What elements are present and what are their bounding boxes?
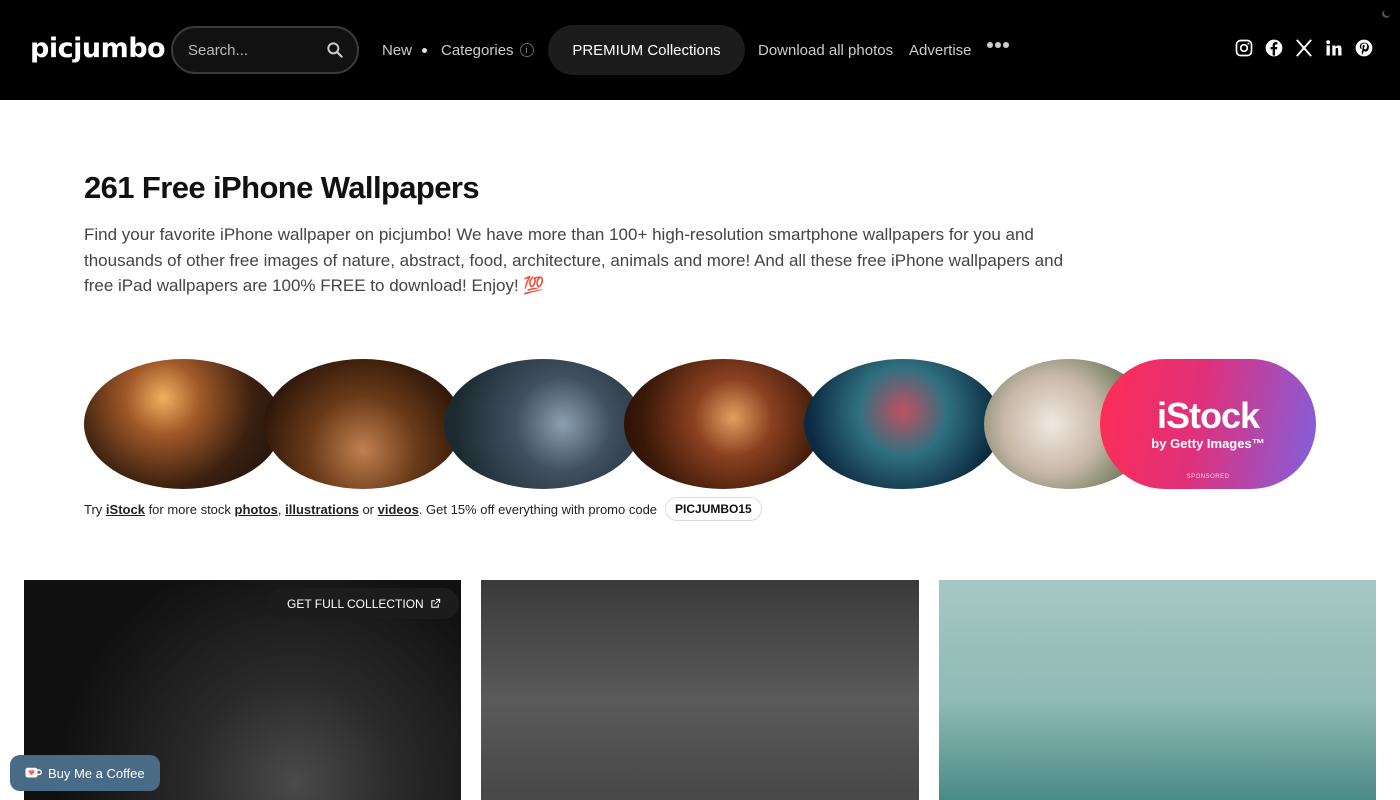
search-input[interactable]: [188, 41, 318, 59]
external-link-icon: [430, 598, 440, 608]
gallery-photo-gray[interactable]: [481, 580, 919, 800]
photos-link[interactable]: photos: [235, 502, 278, 517]
site-logo[interactable]: picjumbo: [30, 33, 166, 64]
buy-me-a-coffee-button[interactable]: Buy Me a Coffee: [10, 755, 160, 791]
gallery-photo-teal[interactable]: [939, 580, 1376, 800]
promo-try: Try: [84, 501, 103, 517]
promo-or: or: [362, 501, 374, 517]
get-full-collection-button[interactable]: GET FULL COLLECTION: [269, 588, 459, 619]
istock-link[interactable]: iStock: [106, 502, 145, 517]
nav-new-label: New: [382, 41, 413, 59]
promo-tail: . Get 15% off everything with promo code: [418, 501, 658, 517]
pinterest-icon[interactable]: [1354, 38, 1374, 58]
videos-link[interactable]: videos: [378, 502, 419, 517]
nav-advertise[interactable]: Advertise: [909, 0, 972, 100]
promo-line: Try iStock for more stock photos, illust…: [84, 497, 762, 521]
istock-brand: iStock: [1156, 394, 1260, 436]
moon-icon[interactable]: [1380, 8, 1392, 20]
search-icon[interactable]: [325, 40, 345, 60]
linkedin-icon[interactable]: [1324, 38, 1344, 58]
sponsored-label: SPONSORED: [1186, 474, 1230, 480]
premium-collections-button[interactable]: PREMIUM Collections: [548, 25, 745, 75]
get-full-collection-label: GET FULL COLLECTION: [287, 596, 424, 611]
nav-categories-label: Categories: [441, 41, 514, 59]
nav-new[interactable]: New: [382, 0, 428, 100]
istock-subtitle: by Getty Images™: [1151, 435, 1265, 451]
info-icon: i: [519, 43, 534, 57]
top-navbar: picjumbo New Categories i PREMIUM Collect…: [0, 0, 1400, 100]
promo-for-more: for more stock: [148, 501, 231, 517]
banner-photo-bokeh: [804, 359, 1002, 489]
sponsored-banner[interactable]: iStock by Getty Images™ SPONSORED: [84, 359, 1316, 489]
istock-logo[interactable]: iStock by Getty Images™ SPONSORED: [1100, 359, 1316, 489]
promo-comma: ,: [277, 501, 282, 517]
new-dot-icon: [422, 47, 428, 53]
page-description: Find your favorite iPhone wallpaper on p…: [84, 225, 1064, 295]
nav-categories[interactable]: Categories i: [441, 0, 534, 100]
banner-photo-christmas-dinner: [84, 359, 282, 489]
banner-photo-christmas-lights: [264, 359, 462, 489]
facebook-icon[interactable]: [1264, 38, 1284, 58]
nav-download-all[interactable]: Download all photos: [758, 0, 893, 100]
more-menu-icon[interactable]: [987, 42, 1009, 48]
illustrations-link[interactable]: illustrations: [285, 502, 359, 517]
x-icon[interactable]: [1294, 38, 1314, 58]
coffee-label: Buy Me a Coffee: [48, 765, 145, 781]
banner-photo-fireplace: [624, 359, 822, 489]
instagram-icon[interactable]: [1234, 38, 1254, 58]
page-title: 261 Free iPhone Wallpapers: [84, 170, 480, 205]
social-links: [1234, 38, 1374, 58]
promo-code[interactable]: PICJUMBO15: [665, 497, 762, 521]
banner-photo-family-tree: [444, 359, 642, 489]
search-box[interactable]: [171, 26, 359, 74]
coffee-cup-icon: [25, 767, 42, 778]
